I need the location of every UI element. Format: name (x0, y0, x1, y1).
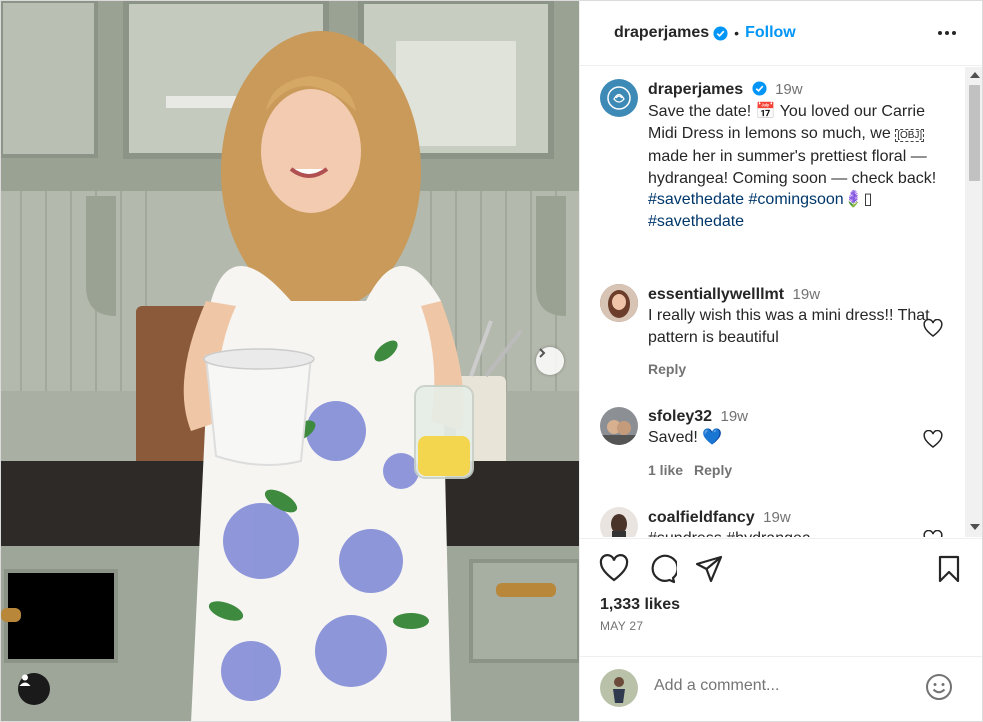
heart-icon[interactable] (923, 530, 943, 537)
reply-button[interactable]: Reply (648, 361, 686, 377)
comment-text: I really wish this was a mini dress!! Th… (648, 307, 930, 346)
user-tag-button[interactable] (18, 673, 50, 705)
caption-time[interactable]: 19w (775, 81, 803, 98)
trailing-emoji: 🪻▯ (843, 191, 873, 208)
comment-icon[interactable] (647, 554, 677, 584)
comment-username[interactable]: essentiallywelllmt (648, 286, 784, 303)
likes-count[interactable]: 1,333 likes (600, 596, 680, 614)
commenter-avatar[interactable] (600, 407, 638, 445)
header-username[interactable]: draperjames (614, 24, 709, 42)
profile-photo (600, 407, 638, 445)
comment-likes[interactable]: 1 like (648, 462, 683, 478)
heart-icon[interactable] (599, 554, 629, 584)
verified-badge-icon (713, 25, 728, 41)
caption-text: Save the date! 📅 You loved our Carrie Mi… (648, 101, 938, 232)
comment-time[interactable]: 19w (763, 509, 791, 526)
share-icon[interactable] (694, 554, 724, 584)
post-image[interactable] (1, 1, 579, 721)
follow-button[interactable]: Follow (745, 24, 796, 42)
scrollbar-thumb[interactable] (969, 85, 980, 181)
photo-illustration (1, 1, 579, 721)
chevron-right-icon (539, 348, 546, 358)
add-comment-bar (580, 656, 982, 721)
comment-username[interactable]: coalfieldfancy (648, 509, 755, 526)
comments-list[interactable]: draperjames 19w Save the date! 📅 You lov… (580, 67, 982, 537)
rose-logo-icon (607, 86, 631, 110)
caption-text-part: made her in summer's prettiest floral — … (648, 148, 937, 187)
profile-photo (600, 284, 638, 322)
heart-icon[interactable] (923, 430, 943, 449)
action-bar: 1,333 likes MAY 27 (580, 538, 982, 656)
blue-heart-emoji: 💙 (702, 429, 723, 446)
hashtag-link[interactable]: #savethedate (648, 213, 744, 230)
comment-time[interactable]: 19w (721, 408, 749, 425)
comment: coalfieldfancy 19w #sundress #hydrangea (648, 509, 938, 537)
scroll-down-arrow-icon[interactable] (970, 524, 980, 530)
comments-scrollbar[interactable] (965, 67, 982, 537)
scroll-up-arrow-icon[interactable] (970, 72, 980, 78)
commenter-avatar[interactable] (600, 284, 638, 322)
more-options-icon[interactable] (936, 23, 958, 43)
comment-time[interactable]: 19w (793, 286, 821, 303)
comment: sfoley32 19w Saved! 💙 (648, 408, 938, 449)
bookmark-icon[interactable] (934, 554, 964, 584)
current-user-avatar[interactable] (600, 669, 638, 707)
caption-text-part: Save the date! (648, 103, 756, 120)
user-tag-icon (19, 674, 31, 686)
profile-photo (600, 507, 638, 537)
hashtag-link[interactable]: #comingsoon (749, 191, 844, 208)
brand-avatar[interactable] (600, 79, 638, 117)
comment-username[interactable]: sfoley32 (648, 408, 712, 425)
comment-text-part: Saved! (648, 429, 703, 446)
obj-glyph: [OBJ] (895, 128, 925, 142)
commenter-avatar[interactable] (600, 507, 638, 537)
reply-button[interactable]: Reply (694, 462, 732, 478)
comment: essentiallywelllmt 19w I really wish thi… (648, 286, 938, 348)
post-header: draperjames • Follow (580, 1, 982, 66)
hashtag-link[interactable]: #savethedate (648, 191, 744, 208)
header-separator: • (734, 25, 740, 41)
caption: draperjames 19w Save the date! 📅 You lov… (648, 81, 938, 232)
comment-text: #sundress #hydrangea (648, 528, 938, 537)
verified-badge-icon (752, 81, 767, 96)
heart-icon[interactable] (923, 319, 943, 338)
emoji-icon[interactable] (924, 672, 954, 702)
profile-photo (600, 669, 638, 707)
caption-username[interactable]: draperjames (648, 81, 743, 98)
post-dialog: draperjames • Follow draperjames 19w Sav… (0, 0, 983, 722)
calendar-emoji: 📅 (755, 103, 776, 120)
comment-text: Saved! 💙 (648, 427, 938, 449)
comment-input[interactable] (654, 677, 914, 695)
post-date[interactable]: MAY 27 (600, 619, 643, 633)
post-sidebar: draperjames • Follow draperjames 19w Sav… (579, 1, 982, 721)
next-slide-button[interactable] (536, 347, 564, 375)
